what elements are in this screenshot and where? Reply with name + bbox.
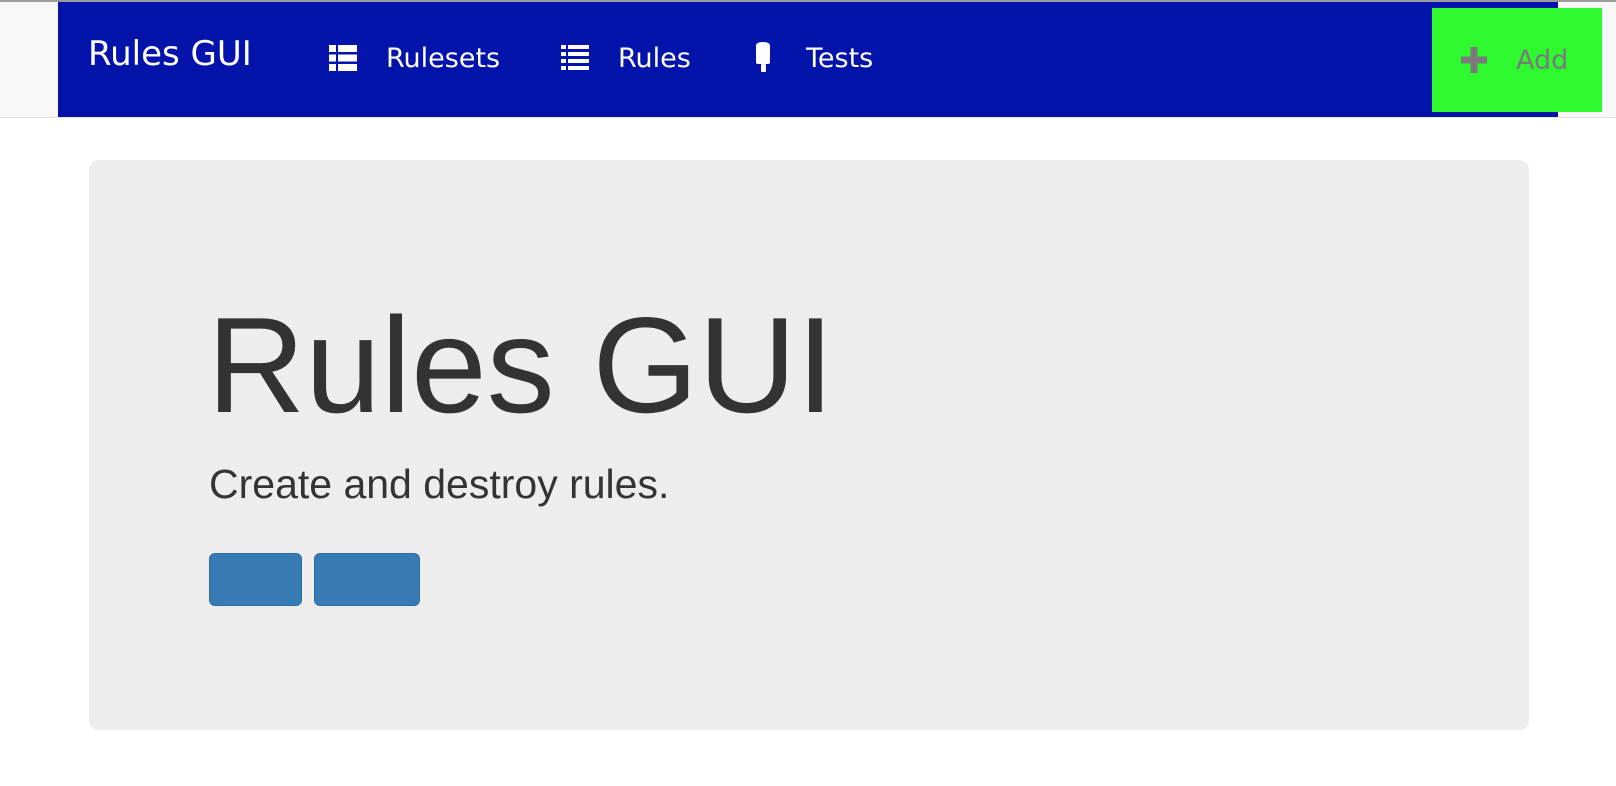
add-button-label: Add (1516, 44, 1569, 76)
list-icon (560, 43, 590, 73)
ice-lolly-icon (748, 42, 778, 73)
nav-item-label: Rules (618, 42, 691, 74)
add-button[interactable]: Add (1432, 8, 1602, 112)
nav-item-label: Rulesets (386, 42, 501, 74)
navbar-brand[interactable]: Rules GUI (88, 2, 252, 107)
nav-item-tests[interactable]: Tests (748, 2, 873, 114)
lead-text: Create and destroy rules. (209, 461, 670, 507)
primary-button-2[interactable] (314, 553, 420, 606)
nav-item-rulesets[interactable]: Rulesets (328, 2, 500, 114)
page-title: Rules GUI (207, 289, 835, 441)
navbar: Rules GUI Rulesets Rules Tests Add (58, 2, 1602, 117)
nav-item-label: Tests (806, 42, 874, 74)
jumbotron: Rules GUI Create and destroy rules. (89, 160, 1529, 730)
nav-item-rules[interactable]: Rules (560, 2, 691, 114)
plus-icon (1460, 46, 1488, 74)
list-icon (328, 43, 358, 73)
primary-button-1[interactable] (209, 553, 302, 606)
